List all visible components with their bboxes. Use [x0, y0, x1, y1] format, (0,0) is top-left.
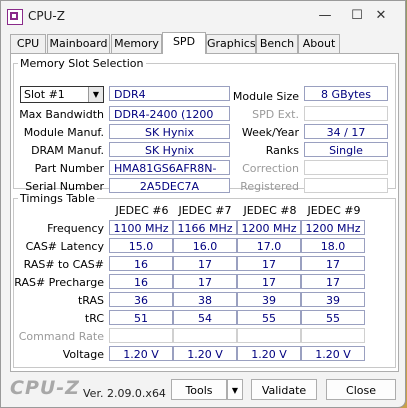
spd-ext-label: SPD Ext. [252, 108, 299, 121]
timing-row-label: tRC [84, 312, 104, 325]
module-size-label: Module Size [232, 90, 299, 103]
timing-cell [109, 328, 173, 343]
timing-cell: 38 [173, 292, 237, 307]
slot-select-value: Slot #1 [24, 88, 65, 101]
timing-cell: 39 [301, 292, 365, 307]
timing-cell: 1166 MHz [173, 220, 237, 235]
timing-cell: 17 [301, 256, 365, 271]
tools-button[interactable]: Tools [171, 379, 227, 400]
minimize-button[interactable]: — [313, 5, 337, 27]
timing-cell: 39 [237, 292, 301, 307]
tab-mainboard[interactable]: Mainboard [47, 34, 110, 53]
close-button[interactable]: Close [326, 379, 396, 400]
version-text: Ver. 2.09.0.x64 [83, 387, 166, 400]
timings-title: Timings Table [18, 192, 97, 205]
cpuz-logo: CPU-Z [10, 377, 80, 399]
column-header: JEDEC #9 [307, 204, 361, 217]
memory-slot-group: Memory Slot Selection Slot #1 ▼ DDR4 Max… [13, 57, 396, 193]
timing-cell [301, 328, 365, 343]
spd-panel: Memory Slot Selection Slot #1 ▼ DDR4 Max… [10, 53, 399, 372]
timing-row-label: RAS# to CAS# [23, 258, 104, 271]
tab-graphics[interactable]: Graphics [206, 34, 256, 53]
timing-cell: 51 [109, 310, 173, 325]
module-size-value: 8 GBytes [304, 86, 388, 101]
timing-cell: 16 [109, 256, 173, 271]
registered-value [304, 178, 388, 193]
column-header: JEDEC #7 [178, 204, 232, 217]
timing-cell: 18.0 [301, 238, 365, 253]
max-bandwidth-value: DDR4-2400 (1200 MHz) [109, 106, 230, 136]
timing-cell: 55 [301, 310, 365, 325]
cpuz-window: CPU-Z — ☐ ✕ CPU Mainboard Memory SPD Gra… [0, 0, 406, 408]
maximize-button[interactable]: ☐ [345, 5, 369, 27]
module-manuf-label: Module Manuf. [23, 126, 104, 139]
cpuz-app-icon [7, 9, 23, 25]
timing-cell: 16.0 [173, 238, 237, 253]
ranks-label: Ranks [265, 144, 299, 157]
timing-cell: 16 [109, 274, 173, 289]
dram-manuf-value: SK Hynix [109, 142, 230, 157]
spd-ext-value [304, 106, 388, 121]
timing-cell: 17 [237, 256, 301, 271]
timing-row-label: Command Rate [18, 330, 104, 343]
tab-bench[interactable]: Bench [256, 34, 298, 53]
timing-cell: 1.20 V [173, 346, 237, 361]
timing-cell: 1200 MHz [301, 220, 365, 235]
dram-manuf-label: DRAM Manuf. [31, 144, 104, 157]
module-manuf-value: SK Hynix [109, 124, 230, 139]
timing-cell: 17.0 [237, 238, 301, 253]
timing-cell: 36 [109, 292, 173, 307]
registered-label: Registered [240, 180, 299, 193]
footer-bar: CPU-Z Ver. 2.09.0.x64 Tools ▼ Validate C… [1, 373, 405, 407]
timing-cell: 54 [173, 310, 237, 325]
tab-about[interactable]: About [298, 34, 340, 53]
week-year-label: Week/Year [241, 126, 299, 139]
timing-row-label: Frequency [47, 222, 104, 235]
part-number-value: HMA81GS6AFR8N-UH [109, 160, 230, 190]
column-header: JEDEC #8 [243, 204, 297, 217]
chevron-down-icon: ▼ [88, 87, 103, 102]
timing-cell: 55 [237, 310, 301, 325]
timing-cell [237, 328, 301, 343]
timing-row-label: RAS# Precharge [14, 276, 104, 289]
window-title: CPU-Z [28, 9, 65, 23]
memory-type-value: DDR4 [109, 86, 230, 101]
tab-memory[interactable]: Memory [111, 34, 162, 53]
timing-cell: 1.20 V [237, 346, 301, 361]
max-bandwidth-label: Max Bandwidth [19, 108, 104, 121]
timing-cell: 15.0 [109, 238, 173, 253]
week-year-value: 34 / 17 [304, 124, 388, 139]
validate-button[interactable]: Validate [251, 379, 317, 400]
timing-row-label: CAS# Latency [25, 240, 104, 253]
correction-value [304, 160, 388, 175]
serial-number-value: 2A5DEC7A [109, 178, 230, 193]
tab-spd[interactable]: SPD [162, 32, 206, 54]
memory-slot-title: Memory Slot Selection [18, 57, 146, 70]
title-bar[interactable]: CPU-Z — ☐ ✕ [1, 1, 405, 32]
timing-cell: 1100 MHz [109, 220, 173, 235]
timing-cell: 1.20 V [301, 346, 365, 361]
tools-dropdown-icon[interactable]: ▼ [227, 379, 243, 400]
close-window-button[interactable]: ✕ [369, 5, 393, 27]
timing-cell: 1200 MHz [237, 220, 301, 235]
ranks-value: Single [304, 142, 388, 157]
tab-cpu[interactable]: CPU [10, 34, 46, 53]
timing-cell: 1.20 V [109, 346, 173, 361]
timing-cell: 17 [173, 256, 237, 271]
part-number-label: Part Number [34, 162, 104, 175]
slot-select[interactable]: Slot #1 ▼ [20, 86, 104, 103]
timings-group: Timings Table JEDEC #6 JEDEC #7 JEDEC #8… [13, 192, 396, 368]
correction-label: Correction [242, 162, 299, 175]
timing-cell: 17 [173, 274, 237, 289]
column-header: JEDEC #6 [115, 204, 169, 217]
timing-cell: 17 [301, 274, 365, 289]
timing-row-label: tRAS [77, 294, 104, 307]
timing-cell: 17 [237, 274, 301, 289]
timing-row-label: Voltage [62, 348, 104, 361]
timing-cell [173, 328, 237, 343]
